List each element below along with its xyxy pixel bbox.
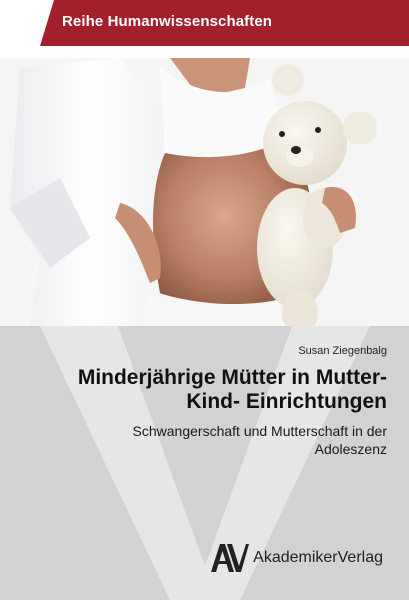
publisher: AkademikerVerlag xyxy=(209,542,383,574)
book-subtitle: Schwangerschaft und Mutterschaft in der … xyxy=(132,423,387,457)
series-label: Reihe Humanwissenschaften xyxy=(62,13,273,30)
cover-photo xyxy=(0,58,409,326)
book-title: Minderjährige Mütter in Mutter-Kind- Ein… xyxy=(77,366,387,413)
av-logo-icon xyxy=(211,544,250,572)
book-cover: Reihe Humanwissenschaften Susan Ziegenba… xyxy=(0,0,409,600)
pregnant-woman-with-teddy-bear-photo xyxy=(0,58,409,326)
author-name: Susan Ziegenbalg xyxy=(298,345,387,357)
publisher-name: AkademikerVerlag xyxy=(253,549,383,566)
